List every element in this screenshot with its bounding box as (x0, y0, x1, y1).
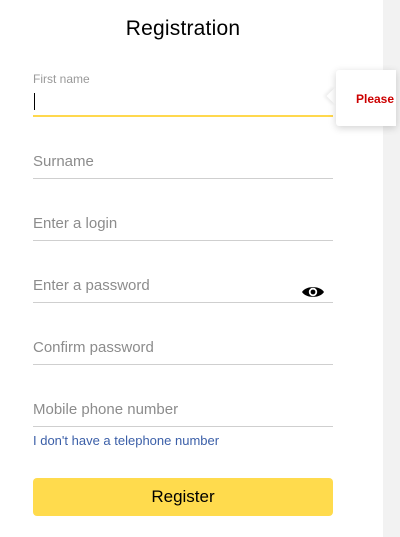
text-caret (34, 93, 35, 110)
surname-input[interactable] (33, 151, 333, 179)
phone-input[interactable] (33, 399, 333, 427)
password-input[interactable] (33, 275, 333, 303)
login-input[interactable] (33, 213, 333, 241)
eye-icon[interactable] (301, 284, 325, 300)
first-name-label: First name (33, 72, 90, 86)
no-phone-link[interactable]: I don't have a telephone number (33, 433, 219, 448)
tooltip-text: Please e (356, 92, 396, 106)
page-title: Registration (125, 17, 241, 40)
confirm-password-input[interactable] (33, 337, 333, 365)
validation-tooltip: Please e (336, 70, 396, 126)
first-name-input[interactable] (33, 89, 333, 117)
register-button[interactable]: Register (33, 478, 333, 516)
